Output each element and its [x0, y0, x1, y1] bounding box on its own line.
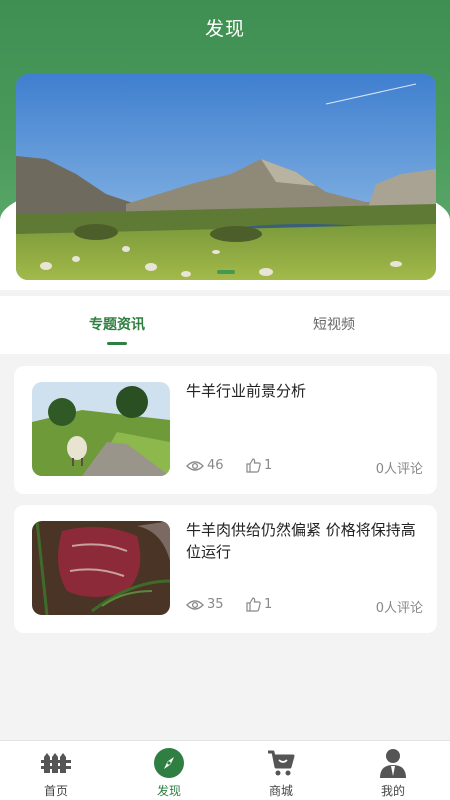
eye-icon	[186, 599, 204, 610]
article-title: 牛羊肉供给仍然偏紧 价格将保持高位运行	[186, 521, 416, 561]
bottom-navigation: 首页 发现 商城 我的	[0, 740, 450, 800]
nav-profile[interactable]: 我的	[353, 747, 433, 799]
article-title: 牛羊行业前景分析	[186, 382, 307, 400]
view-count-value: 35	[207, 597, 224, 612]
nav-home-label: 首页	[43, 784, 68, 798]
tab-bar: 专题资讯 短视频	[0, 296, 450, 354]
discover-page: 发现 专题资讯 短视频 牛羊行业前景分析 46 1 0人评论 牛羊肉供给仍然偏紧…	[0, 0, 450, 800]
view-count: 35	[186, 597, 224, 612]
comment-count: 0人评论	[375, 462, 423, 477]
article-card[interactable]: 牛羊肉供给仍然偏紧 价格将保持高位运行 35 1 0人评论	[14, 505, 437, 633]
view-count: 46	[186, 458, 224, 473]
nav-shop-label: 商城	[268, 784, 293, 798]
banner-dot-active	[217, 270, 235, 274]
thumbs-up-icon	[246, 597, 261, 612]
like-count-value: 1	[264, 458, 273, 473]
compass-icon	[154, 748, 184, 778]
thumbs-up-icon	[246, 458, 261, 473]
nav-profile-label: 我的	[380, 784, 405, 798]
eye-icon	[186, 460, 204, 471]
like-count[interactable]: 1	[246, 597, 272, 612]
like-count[interactable]: 1	[246, 458, 272, 473]
banner-image	[16, 74, 436, 280]
fence-icon	[41, 753, 71, 773]
tab-topics[interactable]: 专题资讯	[57, 314, 177, 334]
user-icon	[380, 749, 406, 778]
view-count-value: 46	[207, 458, 224, 473]
article-card[interactable]: 牛羊行业前景分析 46 1 0人评论	[14, 366, 437, 494]
nav-home[interactable]: 首页	[16, 747, 96, 799]
nav-discover-label: 发现	[156, 784, 181, 798]
tab-active-indicator	[107, 342, 127, 345]
tab-short-videos[interactable]: 短视频	[274, 314, 394, 334]
article-thumbnail	[32, 521, 170, 615]
cart-icon	[268, 750, 295, 776]
nav-shop[interactable]: 商城	[241, 747, 321, 799]
like-count-value: 1	[264, 597, 273, 612]
page-title: 发现	[204, 18, 245, 40]
nav-discover[interactable]: 发现	[129, 747, 209, 799]
banner-carousel[interactable]	[16, 74, 436, 280]
comment-count: 0人评论	[375, 601, 423, 616]
article-thumbnail	[32, 382, 170, 476]
banner-indicator	[16, 270, 436, 274]
